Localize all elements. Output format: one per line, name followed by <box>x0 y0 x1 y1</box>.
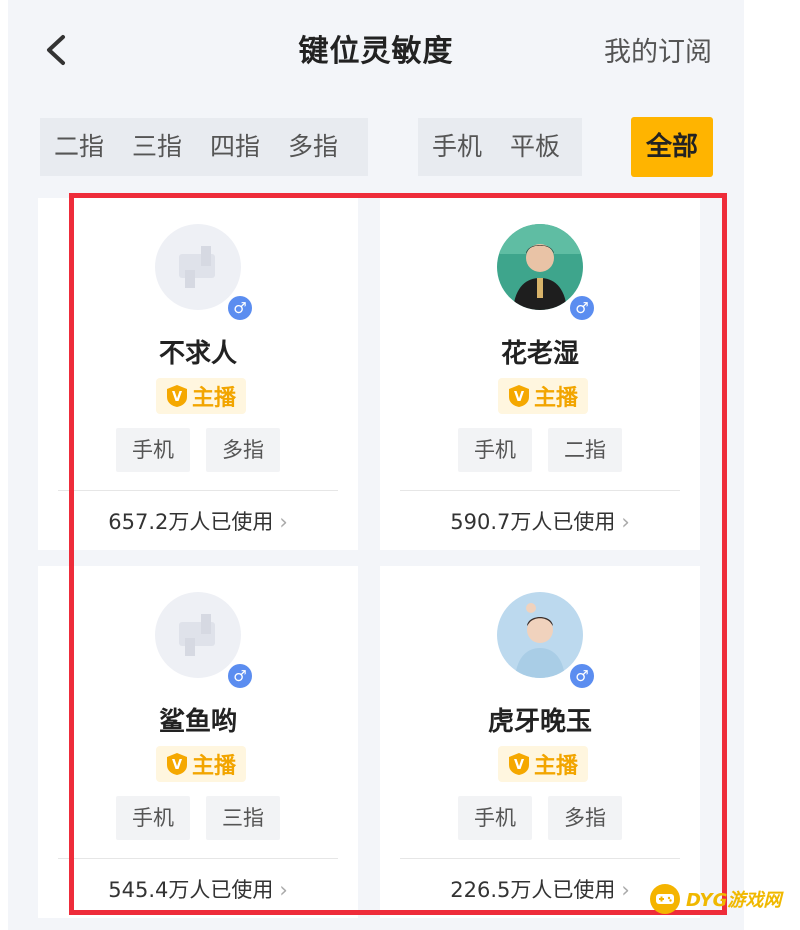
streamer-badge: V 主播 <box>156 746 246 782</box>
svg-text:V: V <box>514 758 524 773</box>
male-icon: ♂ <box>568 294 596 322</box>
usage-text: 590.7万人已使用 <box>450 510 616 534</box>
tag: 手机 <box>458 428 532 472</box>
streamer-name: 虎牙晚玉 <box>487 707 592 737</box>
filter-three-finger[interactable]: 三指 <box>118 118 196 176</box>
avatar <box>497 224 583 310</box>
chevron-right-icon: › <box>279 878 288 902</box>
tag: 多指 <box>548 796 622 840</box>
badge-label: 主播 <box>533 386 578 411</box>
svg-text:V: V <box>172 758 182 773</box>
divider <box>58 490 338 491</box>
tag: 手机 <box>458 796 532 840</box>
tag: 手机 <box>116 796 190 840</box>
badge-label: 主播 <box>533 754 578 779</box>
svg-text:V: V <box>514 390 524 405</box>
divider <box>400 858 680 859</box>
watermark-text: DYG游戏网 <box>686 890 782 911</box>
streamer-name: 不求人 <box>158 339 237 369</box>
svg-text:V: V <box>172 390 182 405</box>
tag-list: 手机 三指 <box>38 796 358 840</box>
streamer-card[interactable]: ♂ 花老湿 V 主播 手机 二指 590.7万人已使用 › <box>380 198 700 550</box>
filter-four-finger[interactable]: 四指 <box>196 118 274 176</box>
streamer-name: 鲨鱼哟 <box>158 707 237 737</box>
usage-count[interactable]: 657.2万人已使用 › <box>38 506 358 536</box>
device-filter-group: 手机 平板 <box>418 118 582 176</box>
streamer-card[interactable]: ♂ 鲨鱼哟 V 主播 手机 三指 545.4万人已使用 › <box>38 566 358 918</box>
tag: 三指 <box>206 796 280 840</box>
tag: 手机 <box>116 428 190 472</box>
filter-two-finger[interactable]: 二指 <box>40 118 118 176</box>
streamer-badge: V 主播 <box>156 378 246 414</box>
usage-text: 545.4万人已使用 <box>108 878 274 902</box>
gamepad-icon <box>650 884 680 914</box>
avatar <box>155 224 241 310</box>
usage-text: 226.5万人已使用 <box>450 878 616 902</box>
chevron-right-icon: › <box>621 510 630 534</box>
watermark: DYG游戏网 <box>650 884 781 914</box>
chevron-right-icon: › <box>621 878 630 902</box>
streamer-badge: V 主播 <box>498 378 588 414</box>
male-icon: ♂ <box>226 294 254 322</box>
my-subscription-link[interactable]: 我的订阅 <box>604 30 712 69</box>
avatar <box>155 592 241 678</box>
avatar <box>497 592 583 678</box>
filter-all-button[interactable]: 全部 <box>631 117 713 177</box>
filter-multi-finger[interactable]: 多指 <box>274 118 352 176</box>
streamer-card[interactable]: ♂ 不求人 V 主播 手机 多指 657.2万人已使用 › <box>38 198 358 550</box>
streamer-card[interactable]: ♂ 虎牙晚玉 V 主播 手机 多指 226.5万人已使用 › <box>380 566 700 918</box>
usage-count[interactable]: 590.7万人已使用 › <box>380 506 700 536</box>
usage-count[interactable]: 545.4万人已使用 › <box>38 874 358 904</box>
tag-list: 手机 多指 <box>38 428 358 472</box>
filter-phone[interactable]: 手机 <box>418 118 496 176</box>
v-shield-icon: V <box>508 753 529 775</box>
finger-filter-group: 二指 三指 四指 多指 <box>40 118 368 176</box>
badge-label: 主播 <box>191 386 236 411</box>
v-shield-icon: V <box>166 385 187 407</box>
header: 键位灵敏度 我的订阅 <box>8 0 744 100</box>
filter-tablet[interactable]: 平板 <box>496 118 574 176</box>
tag-list: 手机 二指 <box>380 428 700 472</box>
v-shield-icon: V <box>508 385 529 407</box>
male-icon: ♂ <box>568 662 596 690</box>
divider <box>58 858 338 859</box>
divider <box>400 490 680 491</box>
streamer-badge: V 主播 <box>498 746 588 782</box>
chevron-right-icon: › <box>279 510 288 534</box>
tag: 二指 <box>548 428 622 472</box>
streamer-name: 花老湿 <box>500 339 579 369</box>
tag-list: 手机 多指 <box>380 796 700 840</box>
usage-text: 657.2万人已使用 <box>108 510 274 534</box>
tag: 多指 <box>206 428 280 472</box>
badge-label: 主播 <box>191 754 236 779</box>
male-icon: ♂ <box>226 662 254 690</box>
v-shield-icon: V <box>166 753 187 775</box>
